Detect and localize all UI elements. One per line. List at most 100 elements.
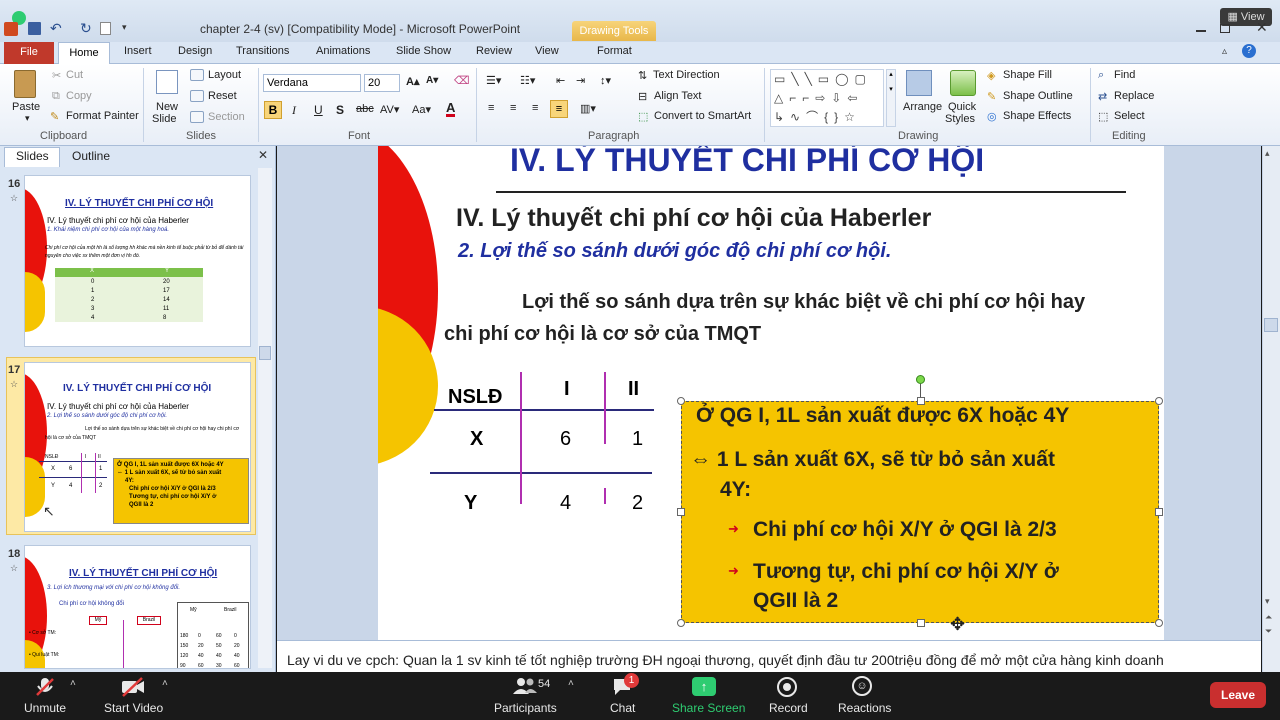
quick-styles-button[interactable]: Quick bbox=[948, 101, 976, 113]
resize-handle[interactable] bbox=[1155, 508, 1163, 516]
slide-body-line1[interactable]: Lợi thế so sánh dựa trên sự khác biệt về… bbox=[522, 291, 1085, 314]
tab-animations[interactable]: Animations bbox=[316, 45, 370, 57]
rotate-handle[interactable] bbox=[916, 375, 925, 384]
layout-button[interactable]: Layout bbox=[208, 69, 241, 81]
font-name-combo[interactable]: Verdana bbox=[263, 74, 361, 92]
resize-handle[interactable] bbox=[917, 397, 925, 405]
slide-thumbnail-18[interactable]: IV. LÝ THUYẾT CHI PHÍ CƠ HỘI 3. Lợi ích … bbox=[24, 545, 251, 669]
share-screen-button[interactable]: Share Screen bbox=[672, 701, 745, 715]
resize-handle[interactable] bbox=[1155, 397, 1163, 405]
resize-handle[interactable] bbox=[917, 619, 925, 627]
arrange-button[interactable]: Arrange bbox=[903, 101, 942, 113]
tab-design[interactable]: Design bbox=[178, 45, 212, 57]
close-icon[interactable]: ✕ bbox=[1256, 19, 1268, 36]
microphone-muted-icon[interactable] bbox=[30, 676, 60, 701]
slide-point[interactable]: 2. Lợi thế so sánh dưới góc độ chi phí c… bbox=[458, 240, 891, 263]
slide-body-line2[interactable]: chi phí cơ hội là cơ sở của TMQT bbox=[444, 323, 761, 346]
select-button[interactable]: Select bbox=[1114, 110, 1145, 122]
align-left-icon[interactable]: ≡ bbox=[488, 102, 494, 114]
resize-handle[interactable] bbox=[1155, 619, 1163, 627]
new-file-icon[interactable] bbox=[100, 22, 111, 35]
clear-formatting-icon[interactable]: ⌫ bbox=[454, 74, 470, 87]
powerpoint-app-icon[interactable] bbox=[4, 22, 18, 36]
chat-button[interactable]: Chat bbox=[610, 701, 635, 715]
scroll-up-icon[interactable]: ▴ bbox=[1265, 148, 1270, 159]
tab-review[interactable]: Review bbox=[476, 45, 512, 57]
underline-icon[interactable]: U bbox=[314, 103, 323, 117]
new-slide-icon[interactable] bbox=[156, 70, 178, 94]
slide-heading[interactable]: IV. LÝ THUYẾT CHI PHÍ CƠ HỘI bbox=[510, 146, 984, 179]
shrink-font-icon[interactable]: A▾ bbox=[426, 75, 438, 86]
shape-fill-button[interactable]: Shape Fill bbox=[1003, 69, 1052, 81]
tab-file[interactable]: File bbox=[4, 42, 54, 64]
current-slide[interactable]: IV. LÝ THUYẾT CHI PHÍ CƠ HỘI IV. Lý thuy… bbox=[378, 146, 1164, 640]
shapes-gallery-scroll-icon[interactable]: ▴ ▾ bbox=[886, 69, 896, 127]
change-case-icon[interactable]: Aa▾ bbox=[412, 103, 431, 116]
copy-button[interactable]: Copy bbox=[66, 90, 92, 102]
close-pane-icon[interactable]: ✕ bbox=[258, 148, 268, 162]
tab-home[interactable]: Home bbox=[58, 42, 110, 65]
share-screen-icon[interactable]: ↑ bbox=[692, 677, 716, 696]
paste-dropdown-icon[interactable]: ▾ bbox=[25, 113, 30, 124]
justify-icon[interactable]: ≡ bbox=[550, 100, 568, 118]
shadow-icon[interactable]: S bbox=[336, 103, 344, 117]
new-slide-button[interactable]: New bbox=[156, 101, 178, 113]
align-right-icon[interactable]: ≡ bbox=[532, 102, 538, 114]
increase-indent-icon[interactable]: ⇥ bbox=[576, 74, 585, 87]
prev-slide-icon[interactable]: ⏶ bbox=[1265, 612, 1272, 623]
paste-button[interactable]: Paste bbox=[12, 101, 40, 113]
unmute-options-icon[interactable]: ˄ bbox=[70, 678, 76, 689]
pane-scroll-thumb[interactable] bbox=[259, 346, 271, 360]
numbering-icon[interactable]: ☷▾ bbox=[520, 74, 535, 87]
shape-effects-button[interactable]: Shape Effects bbox=[1003, 110, 1071, 122]
shape-outline-button[interactable]: Shape Outline bbox=[1003, 90, 1073, 102]
paste-icon[interactable] bbox=[14, 70, 36, 98]
customize-quick-access-icon[interactable]: ▾ bbox=[122, 22, 127, 33]
find-button[interactable]: Find bbox=[1114, 69, 1135, 81]
slide-table[interactable]: NSLĐ I II X 6 1 Y 4 2 bbox=[430, 372, 660, 514]
text-direction-button[interactable]: Text Direction bbox=[653, 69, 720, 81]
decrease-indent-icon[interactable]: ⇤ bbox=[556, 74, 565, 87]
reactions-icon[interactable]: ☺ bbox=[852, 676, 872, 696]
bold-icon[interactable]: B bbox=[264, 101, 282, 119]
font-color-icon[interactable]: A bbox=[446, 101, 456, 117]
convert-to-smartart-button[interactable]: Convert to SmartArt bbox=[654, 110, 751, 122]
scroll-down-icon[interactable]: ▾ bbox=[1265, 596, 1270, 607]
record-button[interactable]: Record bbox=[769, 701, 808, 715]
columns-icon[interactable]: ▥▾ bbox=[580, 102, 596, 115]
tab-view[interactable]: View bbox=[535, 45, 559, 57]
redo-icon[interactable]: ↻ bbox=[80, 20, 92, 37]
cut-button[interactable]: Cut bbox=[66, 69, 83, 81]
restore-icon[interactable] bbox=[1220, 24, 1230, 33]
minimize-ribbon-icon[interactable]: ▵ bbox=[1222, 46, 1227, 57]
font-size-combo[interactable]: 20 bbox=[364, 74, 400, 92]
video-options-icon[interactable]: ˄ bbox=[162, 678, 168, 689]
strikethrough-icon[interactable]: abc bbox=[356, 103, 374, 115]
tab-insert[interactable]: Insert bbox=[124, 45, 152, 57]
format-painter-button[interactable]: Format Painter bbox=[66, 110, 139, 122]
align-text-button[interactable]: Align Text bbox=[654, 90, 702, 102]
bullets-icon[interactable]: ☰▾ bbox=[486, 74, 501, 87]
reactions-button[interactable]: Reactions bbox=[838, 701, 891, 715]
tab-slide-show[interactable]: Slide Show bbox=[396, 45, 451, 57]
next-slide-icon[interactable]: ⏷ bbox=[1265, 626, 1272, 637]
pane-scrollbar[interactable] bbox=[258, 168, 272, 668]
reset-button[interactable]: Reset bbox=[208, 90, 237, 102]
leave-button[interactable]: Leave bbox=[1210, 682, 1266, 708]
resize-handle[interactable] bbox=[677, 619, 685, 627]
notes-text[interactable]: Lay vi du ve cpch: Quan la 1 sv kinh tế … bbox=[287, 652, 1164, 668]
vertical-scrollbar[interactable] bbox=[1262, 146, 1280, 672]
undo-icon[interactable]: ↶ bbox=[50, 20, 62, 37]
save-icon[interactable] bbox=[28, 22, 41, 35]
minimize-icon[interactable] bbox=[1196, 30, 1206, 32]
align-center-icon[interactable]: ≡ bbox=[510, 102, 516, 114]
resize-handle[interactable] bbox=[677, 397, 685, 405]
video-off-icon[interactable] bbox=[118, 676, 148, 701]
start-video-button[interactable]: Start Video bbox=[104, 701, 163, 715]
tab-outline[interactable]: Outline bbox=[72, 149, 110, 163]
tab-transitions[interactable]: Transitions bbox=[236, 45, 289, 57]
character-spacing-icon[interactable]: AV▾ bbox=[380, 103, 399, 116]
participants-button[interactable]: Participants bbox=[494, 701, 557, 715]
arrange-icon[interactable] bbox=[906, 70, 932, 96]
record-icon[interactable] bbox=[777, 677, 797, 697]
